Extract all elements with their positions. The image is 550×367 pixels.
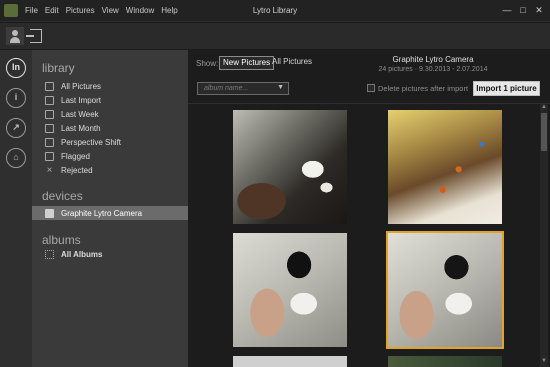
menu-file[interactable]: File	[25, 6, 38, 15]
scroll-down-icon[interactable]: ▼	[541, 358, 547, 364]
devices-heading: devices	[42, 189, 83, 203]
camera-icon	[45, 208, 54, 218]
sidebar-item-label: Rejected	[61, 165, 93, 175]
camera-title: Graphite Lytro Camera	[392, 55, 474, 64]
sidebar-item-all-pictures[interactable]: All Pictures	[32, 79, 188, 93]
filter-new-pictures[interactable]: New Pictures	[219, 56, 275, 70]
import-icon	[45, 95, 54, 105]
main-panel: Show: New Pictures All Pictures Graphite…	[188, 50, 550, 367]
sidebar-item-label: All Albums	[61, 249, 103, 259]
x-icon: ×	[46, 164, 53, 176]
menu-pictures[interactable]: Pictures	[66, 6, 95, 15]
album-name-select[interactable]: album name... ▼	[197, 82, 289, 95]
albums-heading: albums	[42, 233, 81, 247]
flag-icon	[45, 151, 54, 161]
delete-after-import-label: Delete pictures after import	[378, 84, 469, 93]
scrollbar-thumb[interactable]	[541, 113, 547, 151]
show-label: Show:	[196, 59, 219, 68]
sidebar-item-label: Last Month	[61, 123, 101, 133]
sidebar-item-label: Graphite Lytro Camera	[61, 208, 143, 218]
delete-after-import-checkbox[interactable]	[367, 84, 375, 92]
library-icon[interactable]: ln	[6, 58, 26, 78]
calendar-icon	[45, 123, 54, 133]
photo-thumbnail[interactable]	[233, 233, 347, 347]
divider	[188, 103, 550, 104]
sidebar-item-rejected[interactable]: × Rejected	[32, 163, 188, 177]
share-icon[interactable]: ↗	[6, 118, 26, 138]
sidebar-item-label: Perspective Shift	[61, 137, 122, 147]
filter-all-pictures[interactable]: All Pictures	[269, 56, 315, 70]
sidebar-item-label: Flagged	[61, 151, 90, 161]
sidebar-item-flagged[interactable]: Flagged	[32, 149, 188, 163]
menu-help[interactable]: Help	[161, 6, 177, 15]
sidebar-item-last-import[interactable]: Last Import	[32, 93, 188, 107]
menu-view[interactable]: View	[102, 6, 119, 15]
sidebar-item-label: All Pictures	[61, 81, 102, 91]
user-icon[interactable]	[6, 27, 24, 45]
sidebar-item-label: Last Import	[61, 95, 102, 105]
lytro-app-icon	[4, 4, 18, 17]
info-icon[interactable]: i	[6, 88, 26, 108]
menu-window[interactable]: Window	[126, 6, 154, 15]
maximize-icon[interactable]: □	[516, 4, 530, 16]
sidebar-item-perspective-shift[interactable]: Perspective Shift	[32, 135, 188, 149]
chat-icon[interactable]: ⌂	[6, 148, 26, 168]
photo-thumbnail[interactable]	[233, 356, 347, 367]
chevron-down-icon: ▼	[277, 84, 284, 91]
camera-subtitle: 24 pictures · 9.30.2013 - 2.07.2014	[378, 66, 488, 73]
menu: File Edit Pictures View Window Help	[25, 6, 178, 15]
sidebar-item-graphite-camera[interactable]: Graphite Lytro Camera	[32, 206, 188, 220]
calendar-icon	[45, 109, 54, 119]
photo-thumbnail[interactable]	[388, 356, 502, 367]
sidebar-item-all-albums[interactable]: All Albums	[32, 247, 188, 261]
photo-thumbnail[interactable]	[233, 110, 347, 224]
minimize-icon[interactable]: —	[500, 4, 514, 16]
pictures-icon	[45, 81, 54, 91]
library-heading: library	[42, 61, 75, 75]
menu-bar: File Edit Pictures View Window Help Lytr…	[0, 0, 550, 22]
import-icon[interactable]	[26, 29, 42, 43]
scroll-up-icon[interactable]: ▲	[541, 104, 547, 110]
menu-edit[interactable]: Edit	[45, 6, 59, 15]
close-icon[interactable]: ✕	[532, 4, 546, 16]
sidebar-item-last-month[interactable]: Last Month	[32, 121, 188, 135]
album-name-placeholder: album name...	[204, 85, 249, 92]
photo-thumbnail[interactable]	[388, 110, 502, 224]
photo-thumbnail-selected[interactable]	[386, 231, 504, 349]
import-button[interactable]: Import 1 picture	[473, 81, 540, 96]
sidebar-item-last-week[interactable]: Last Week	[32, 107, 188, 121]
icon-rail: ln i ↗ ⌂	[0, 50, 32, 367]
sidebar: library All Pictures Last Import Last We…	[32, 50, 188, 367]
sidebar-item-label: Last Week	[61, 109, 99, 119]
grid-icon	[45, 249, 54, 259]
cube-icon	[45, 137, 54, 147]
toolbar	[0, 23, 550, 49]
